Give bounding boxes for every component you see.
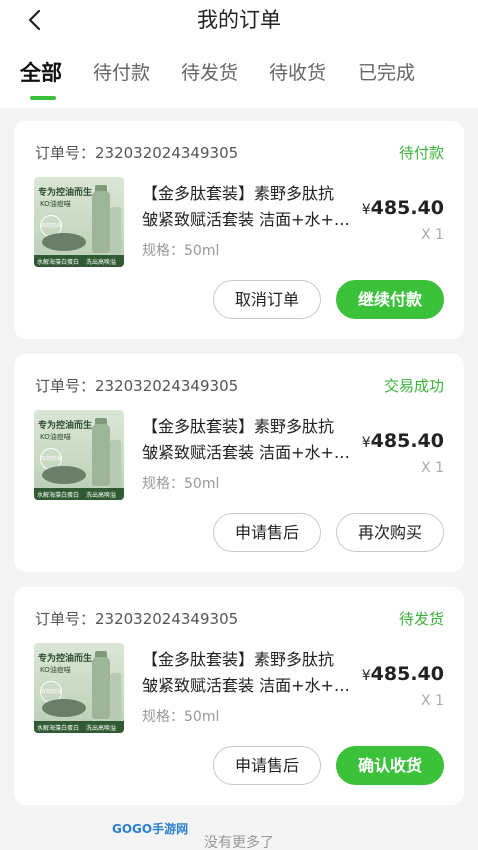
tab-all[interactable]: 全部 [20,57,62,87]
product-price: ¥485.40 [362,430,444,452]
band-right-text: 洗出高唤溢 [86,725,117,732]
product-image[interactable]: 专为控油而生 KO油痘喵 双效控油 水解海藻白蛋白 洗出高唤溢 [34,643,124,733]
product-price: ¥485.40 [362,663,444,685]
confirm-receipt-button[interactable]: 确认收货 [336,746,444,785]
product-image-stone [42,466,86,484]
product-image-sub: KO油痘喵 [40,666,71,674]
product-image-stone [42,699,86,717]
bottle-shape [92,424,110,486]
product-image-stone [42,233,86,251]
page-title: 我的订单 [197,8,281,32]
order-card[interactable]: 订单号：232032024349305 交易成功 专为控油而生 KO油痘喵 双效… [14,354,464,572]
price-amount: 485.40 [370,663,444,685]
product-name-line2: 皱紧致赋活套装 洁面+水+… [142,676,350,695]
after-sales-button[interactable]: 申请售后 [213,746,321,785]
tube-shape [110,673,121,721]
product-name-line2: 皱紧致赋活套装 洁面+水+… [142,210,350,229]
order-card[interactable]: 订单号：232032024349305 待付款 专为控油而生 KO油痘喵 双效控… [14,121,464,339]
product-image[interactable]: 专为控油而生 KO油痘喵 双效控油 水解海藻白蛋白 洗出高唤溢 [34,410,124,500]
product-name-line1: 【金多肽套装】素野多肽抗 [142,184,335,203]
product-name-line1: 【金多肽套装】素野多肽抗 [142,650,335,669]
product-name-line2: 皱紧致赋活套装 洁面+水+… [142,443,350,462]
product-image-band: 水解海藻白蛋白 洗出高唤溢 [34,255,124,267]
order-status: 待付款 [398,144,444,162]
order-card[interactable]: 订单号：232032024349305 待发货 专为控油而生 KO油痘喵 双效控… [14,587,464,805]
product-name-line1: 【金多肽套装】素野多肽抗 [142,417,335,436]
product-image-band: 水解海藻白蛋白 洗出高唤溢 [34,488,124,500]
product-image-headline: 专为控油而生 [38,421,93,431]
after-sales-button[interactable]: 申请售后 [213,513,321,552]
top-bar: 我的订单 全部 待付款 待发货 待收货 已完成 [0,0,478,108]
product-price: ¥485.40 [362,197,444,219]
buy-again-button[interactable]: 再次购买 [336,513,444,552]
band-left-text: 水解海藻白蛋白 [37,492,80,499]
tube-shape [110,440,121,488]
no-more-text: 没有更多了 [204,835,274,850]
order-status: 待发货 [398,610,444,628]
continue-payment-button[interactable]: 继续付款 [336,280,444,319]
bottle-shape [92,191,110,253]
product-image-headline: 专为控油而生 [38,654,93,664]
currency-symbol: ¥ [361,435,371,451]
price-amount: 485.40 [370,430,444,452]
band-right-text: 洗出高唤溢 [86,492,117,499]
product-name[interactable]: 【金多肽套装】素野多肽抗 皱紧致赋活套装 洁面+水+… [142,647,368,699]
tab-completed[interactable]: 已完成 [358,58,415,85]
band-left-text: 水解海藻白蛋白 [37,725,80,732]
product-quantity: X 1 [421,460,444,476]
order-number: 订单号：232032024349305 [35,144,239,162]
price-amount: 485.40 [370,197,444,219]
product-quantity: X 1 [421,227,444,243]
product-image-sub: KO油痘喵 [40,200,71,208]
product-spec: 规格：50ml [142,709,220,725]
product-quantity: X 1 [421,693,444,709]
order-status: 交易成功 [383,377,444,395]
band-left-text: 水解海藻白蛋白 [37,259,80,266]
currency-symbol: ¥ [361,202,371,218]
tab-pending-receipt[interactable]: 待收货 [269,58,326,85]
product-image-band: 水解海藻白蛋白 洗出高唤溢 [34,721,124,733]
order-number: 订单号：232032024349305 [35,377,239,395]
band-right-text: 洗出高唤溢 [86,259,117,266]
product-spec: 规格：50ml [142,476,220,492]
product-image-sub: KO油痘喵 [40,433,71,441]
currency-symbol: ¥ [361,668,371,684]
tab-pending-payment[interactable]: 待付款 [93,58,150,85]
active-tab-indicator [30,96,56,100]
tube-shape [110,207,121,255]
product-image-headline: 专为控油而生 [38,188,93,198]
product-spec: 规格：50ml [142,243,220,259]
cancel-order-button[interactable]: 取消订单 [213,280,321,319]
product-name[interactable]: 【金多肽套装】素野多肽抗 皱紧致赋活套装 洁面+水+… [142,181,368,233]
product-name[interactable]: 【金多肽套装】素野多肽抗 皱紧致赋活套装 洁面+水+… [142,414,368,466]
bottle-shape [92,657,110,719]
order-tabs: 全部 待付款 待发货 待收货 已完成 [0,58,478,102]
order-number: 订单号：232032024349305 [35,610,239,628]
product-image[interactable]: 专为控油而生 KO油痘喵 双效控油 水解海藻白蛋白 洗出高唤溢 [34,177,124,267]
tab-pending-shipment[interactable]: 待发货 [181,58,238,85]
